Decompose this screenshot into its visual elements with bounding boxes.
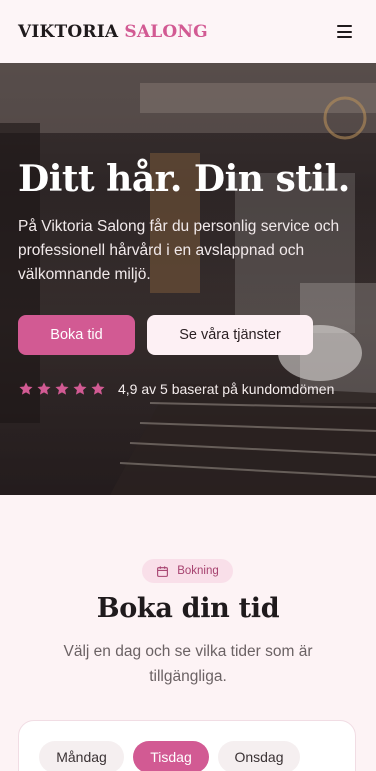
booking-badge: Bokning — [142, 559, 233, 583]
day-selector: Måndag Tisdag Onsdag — [39, 741, 300, 771]
badge-label: Bokning — [177, 565, 219, 577]
star-icon — [19, 382, 33, 395]
hero-section: Ditt hår. Din stil. På Viktoria Salong f… — [0, 63, 376, 495]
star-icon — [55, 382, 69, 395]
section-subtitle: Välj en dag och se vilka tider som är ti… — [63, 643, 313, 685]
rating-row: 4,9 av 5 baserat på kundomdömen — [18, 379, 334, 399]
star-icon — [91, 382, 105, 395]
book-appointment-button[interactable]: Boka tid — [18, 315, 135, 355]
star-icon — [37, 382, 51, 395]
day-tab-tuesday[interactable]: Tisdag — [133, 741, 209, 771]
hamburger-menu-icon[interactable] — [330, 18, 358, 46]
hero-title: Ditt hår. Din stil. — [18, 158, 350, 200]
hero-description: På Viktoria Salong får du personlig serv… — [18, 218, 340, 283]
calendar-icon — [157, 565, 169, 577]
site-header: VIKTORIA SALONG — [0, 0, 376, 63]
star-icon — [73, 382, 87, 395]
booking-card: Måndag Tisdag Onsdag — [18, 720, 356, 771]
logo-text-primary: VIKTORIA — [18, 21, 119, 42]
day-tab-monday[interactable]: Måndag — [39, 741, 124, 771]
day-tab-wednesday[interactable]: Onsdag — [218, 741, 300, 771]
star-rating — [18, 381, 106, 397]
section-title: Boka din tid — [96, 593, 280, 624]
rating-text: 4,9 av 5 baserat på kundomdömen — [118, 381, 335, 397]
logo[interactable]: VIKTORIA SALONG — [18, 22, 208, 42]
logo-text-accent: SALONG — [124, 21, 208, 42]
booking-section: Bokning Boka din tid Välj en dag och se … — [0, 495, 376, 771]
view-services-button[interactable]: Se våra tjänster — [147, 315, 313, 355]
